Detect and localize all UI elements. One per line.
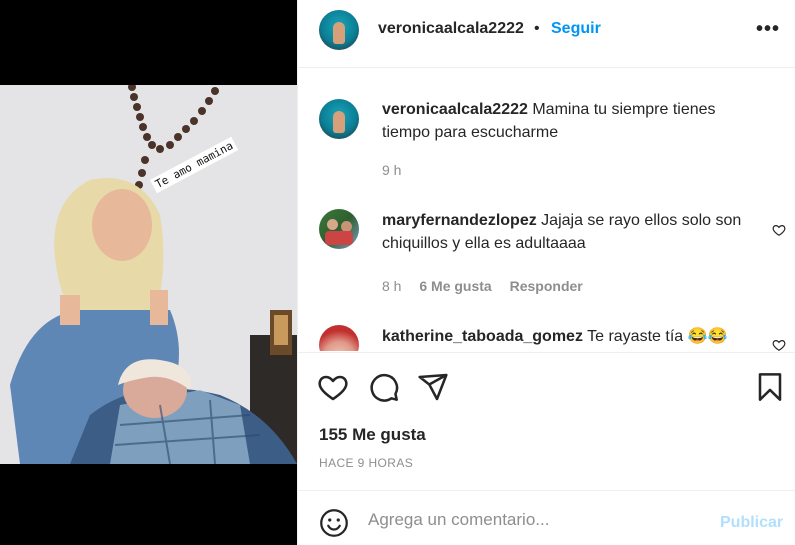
share-icon[interactable]	[417, 371, 449, 403]
post-photo[interactable]: Te amo mamina	[0, 85, 297, 464]
post-header: veronicaalcala2222 • Seguir •••	[298, 0, 795, 68]
commenter-avatar[interactable]	[319, 325, 359, 351]
heart-icon[interactable]	[317, 371, 349, 403]
likes-count[interactable]: 155 Me gusta	[319, 425, 426, 445]
reply-button[interactable]: Responder	[510, 278, 583, 294]
photo-illustration	[0, 85, 297, 464]
comment-body: Te rayaste tía 😂😂	[587, 328, 728, 345]
commenter-avatar[interactable]	[319, 209, 359, 249]
comment-age[interactable]: 8 h	[382, 278, 401, 294]
comment-item: maryfernandezlopez Jajaja se rayo ellos …	[298, 209, 795, 319]
comment-username[interactable]: maryfernandezlopez	[382, 212, 537, 229]
comment-input[interactable]	[368, 505, 698, 535]
caption-age[interactable]: 9 h	[382, 162, 401, 178]
post-actions: 155 Me gusta HACE 9 HORAS	[298, 352, 795, 492]
comment-item: katherine_taboada_gomez Te rayaste tía 😂…	[298, 325, 795, 351]
comment-username[interactable]: katherine_taboada_gomez	[382, 328, 583, 345]
caption-avatar[interactable]	[319, 99, 359, 139]
comment-like-heart-icon[interactable]	[772, 223, 786, 237]
comment-text: katherine_taboada_gomez Te rayaste tía 😂…	[382, 325, 762, 348]
owner-avatar[interactable]	[319, 10, 359, 50]
post-time[interactable]: HACE 9 HORAS	[319, 456, 413, 470]
comments-list[interactable]: veronicaalcala2222 Mamina tu siempre tie…	[298, 69, 795, 351]
caption: veronicaalcala2222 Mamina tu siempre tie…	[298, 69, 795, 179]
emoji-icon[interactable]	[319, 508, 349, 538]
bookmark-icon[interactable]	[754, 371, 786, 403]
follow-button[interactable]: Seguir	[551, 20, 601, 38]
post-panel: veronicaalcala2222 • Seguir ••• veronica…	[297, 0, 795, 545]
comment-text: maryfernandezlopez Jajaja se rayo ellos …	[382, 209, 752, 255]
comment-likes[interactable]: 6 Me gusta	[419, 278, 491, 294]
post-media: Te amo mamina	[0, 0, 297, 545]
caption-meta: 9 h	[382, 162, 415, 178]
comment-meta: 8 h 6 Me gusta Responder	[382, 278, 597, 294]
more-icon[interactable]: •••	[756, 18, 780, 41]
caption-text: veronicaalcala2222 Mamina tu siempre tie…	[382, 98, 752, 144]
comment-like-heart-icon[interactable]	[772, 338, 786, 351]
separator-dot: •	[534, 20, 540, 37]
comment-composer: Publicar	[298, 490, 795, 545]
owner-username[interactable]: veronicaalcala2222	[378, 20, 524, 38]
caption-username[interactable]: veronicaalcala2222	[382, 101, 528, 118]
comment-icon[interactable]	[368, 371, 400, 403]
publish-button[interactable]: Publicar	[720, 514, 783, 532]
